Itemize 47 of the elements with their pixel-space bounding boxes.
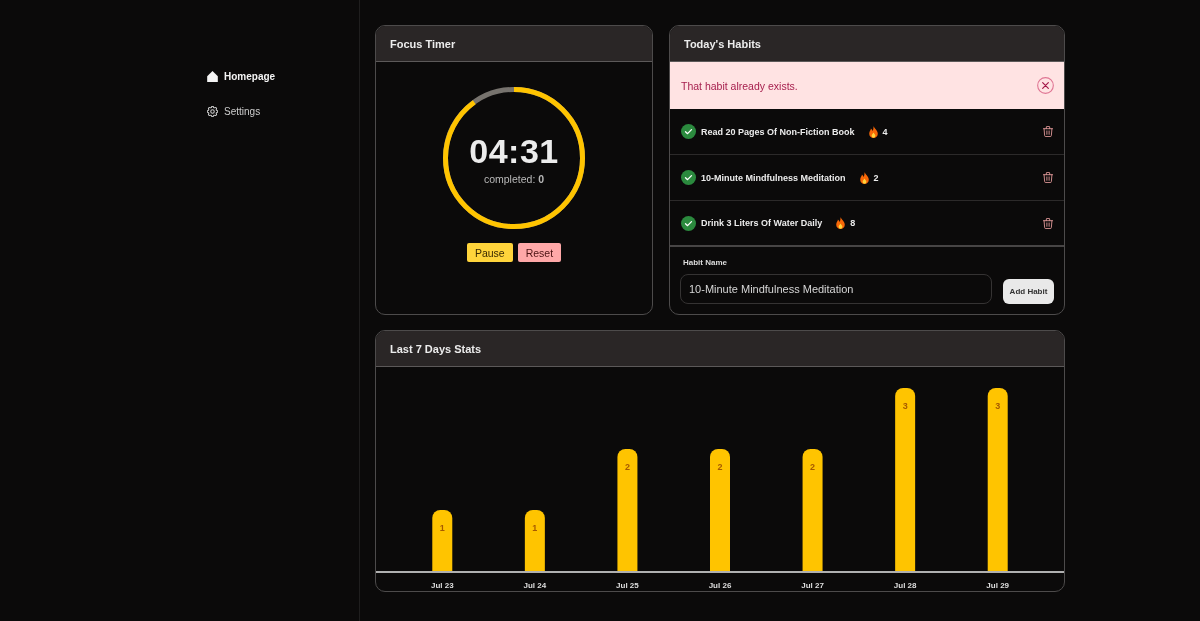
card-title: Today's Habits (684, 37, 761, 50)
streak-count: 4 (882, 126, 888, 137)
sidebar-item[interactable]: Homepage (207, 64, 276, 88)
x-axis-label: Jul 23 (430, 581, 454, 590)
card-title: Last 7 Days Stats (390, 342, 482, 355)
habit-name: Read 20 Pages Of Non-Fiction Book (701, 126, 855, 137)
trash-icon[interactable] (1043, 126, 1053, 137)
alert-message: That habit already exists. (681, 79, 798, 92)
flame-icon (836, 217, 846, 229)
trash-icon[interactable] (1043, 217, 1053, 229)
close-icon[interactable] (1037, 77, 1054, 94)
x-axis-label: Jul 24 (523, 581, 547, 590)
x-axis-label: Jul 26 (708, 581, 732, 590)
add-habit-button[interactable]: Add Habit (1003, 279, 1054, 304)
flame-icon (868, 125, 878, 138)
habit-name: Drink 3 Liters Of Water Daily (701, 218, 823, 228)
bar-value-label: 1 (439, 523, 445, 533)
check-circle-icon[interactable] (681, 124, 696, 139)
card-title: Focus Timer (390, 37, 456, 50)
bar (524, 510, 545, 571)
bar-value-label: 2 (810, 462, 816, 472)
completed-count: completed: 0 (483, 173, 545, 185)
bar (432, 510, 453, 571)
habit-name-field[interactable]: 10-Minute Mindfulness Meditation (680, 274, 992, 304)
flame-icon (859, 171, 869, 184)
habit-name: 10-Minute Mindfulness Meditation (701, 172, 846, 183)
settings-icon (207, 105, 218, 117)
bar-value-label: 3 (902, 401, 908, 411)
x-axis-label: Jul 25 (616, 581, 639, 590)
x-axis-label: Jul 28 (893, 581, 917, 590)
timer-display: 04:31 (469, 132, 559, 170)
streak-count: 2 (873, 172, 879, 183)
bar-value-label: 2 (717, 462, 723, 472)
house-icon (207, 70, 218, 82)
reset-button[interactable]: Reset (517, 243, 562, 262)
pause-button[interactable]: Pause (466, 243, 513, 262)
bar-value-label: 1 (532, 523, 538, 533)
x-axis-label: Jul 27 (801, 581, 824, 590)
bar-value-label: 3 (995, 401, 1001, 411)
bar-value-label: 2 (624, 462, 630, 472)
check-circle-icon[interactable] (681, 215, 696, 231)
trash-icon[interactable] (1043, 172, 1053, 183)
sidebar-item[interactable]: Settings (207, 99, 261, 123)
x-axis-label: Jul 29 (986, 581, 1010, 590)
field-label: Habit Name (683, 257, 727, 269)
check-circle-icon[interactable] (681, 170, 696, 185)
streak-count: 8 (850, 218, 856, 228)
